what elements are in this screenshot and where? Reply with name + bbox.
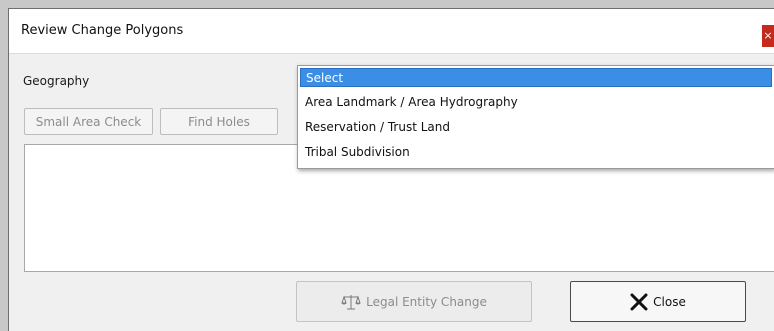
review-change-polygons-dialog: Review Change Polygons × Geography Small…	[8, 8, 774, 331]
geography-label: Geography	[23, 74, 90, 88]
scales-icon	[341, 293, 361, 311]
legal-entity-change-button[interactable]: Legal Entity Change	[296, 281, 532, 322]
close-button[interactable]: Close	[570, 281, 746, 322]
small-area-check-label: Small Area Check	[35, 114, 142, 129]
geography-option-select[interactable]: Select	[300, 68, 772, 87]
geography-option-reservation[interactable]: Reservation / Trust Land	[300, 118, 772, 137]
window-close-button[interactable]: ×	[762, 25, 774, 47]
x-mark-icon	[630, 293, 648, 311]
geography-dropdown-list[interactable]: Select Area Landmark / Area Hydrography …	[297, 65, 774, 169]
find-holes-label: Find Holes	[188, 114, 250, 129]
close-label: Close	[653, 294, 686, 309]
find-holes-button[interactable]: Find Holes	[160, 108, 278, 135]
window-title: Review Change Polygons	[21, 23, 184, 38]
legal-entity-change-label: Legal Entity Change	[366, 294, 487, 309]
small-area-check-button[interactable]: Small Area Check	[24, 108, 153, 135]
title-bar: Review Change Polygons ×	[9, 9, 774, 54]
geography-option-tribal-subdivision[interactable]: Tribal Subdivision	[300, 143, 772, 162]
geography-option-area-landmark[interactable]: Area Landmark / Area Hydrography	[300, 93, 772, 112]
